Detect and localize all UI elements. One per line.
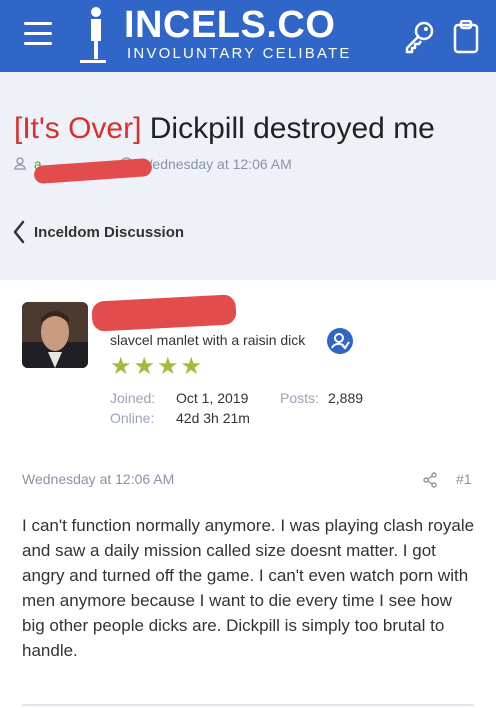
- stat-value[interactable]: 2,889: [328, 388, 363, 408]
- breadcrumb[interactable]: Inceldom Discussion: [12, 218, 184, 246]
- key-icon[interactable]: [402, 20, 436, 54]
- stat-value: 42d 3h 21m: [176, 410, 250, 426]
- rating-stars: ★★★★: [110, 353, 205, 380]
- stat-value: Oct 1, 2019: [176, 390, 249, 406]
- share-icon[interactable]: [422, 472, 438, 488]
- verified-user-badge-icon: [327, 328, 353, 354]
- thread-prefix[interactable]: [It's Over]: [14, 112, 141, 145]
- post-card: slavcel manlet with a raisin dick ★★★★ J…: [0, 280, 496, 708]
- page-title: [It's Over] Dickpill destroyed me: [14, 112, 435, 146]
- stat-key: Posts:: [280, 390, 319, 406]
- post-body: I can't function normally anymore. I was…: [22, 516, 475, 660]
- user-stats: Joined: Oct 1, 2019 Posts: 2,889 Online: 42d…: [110, 388, 363, 428]
- user-icon: [14, 157, 26, 170]
- chevron-left-icon: [13, 220, 25, 244]
- post-number[interactable]: #1: [456, 471, 472, 487]
- logo-subtitle: INVOLUNTARY CELIBATE: [127, 45, 352, 62]
- redaction-mark: [91, 294, 237, 332]
- thread-title-text: Dickpill destroyed me: [149, 112, 435, 145]
- avatar[interactable]: [22, 302, 88, 368]
- stat-key: Joined:: [110, 390, 156, 406]
- breadcrumb-label[interactable]: Inceldom Discussion: [34, 224, 184, 241]
- logo-title[interactable]: INCELS.CO: [124, 4, 335, 47]
- hamburger-menu-icon[interactable]: [24, 22, 52, 46]
- stat-key: Online:: [110, 410, 155, 426]
- site-header: INCELS.CO INVOLUNTARY CELIBATE: [0, 0, 496, 72]
- post-date[interactable]: Wednesday at 12:06 AM: [22, 471, 174, 487]
- thread-date[interactable]: Wednesday at 12:06 AM: [139, 156, 291, 172]
- divider: [22, 704, 474, 706]
- clipboard-icon[interactable]: [452, 20, 480, 54]
- logo-figure-icon[interactable]: [78, 6, 108, 64]
- user-title: slavcel manlet with a raisin dick: [110, 332, 306, 348]
